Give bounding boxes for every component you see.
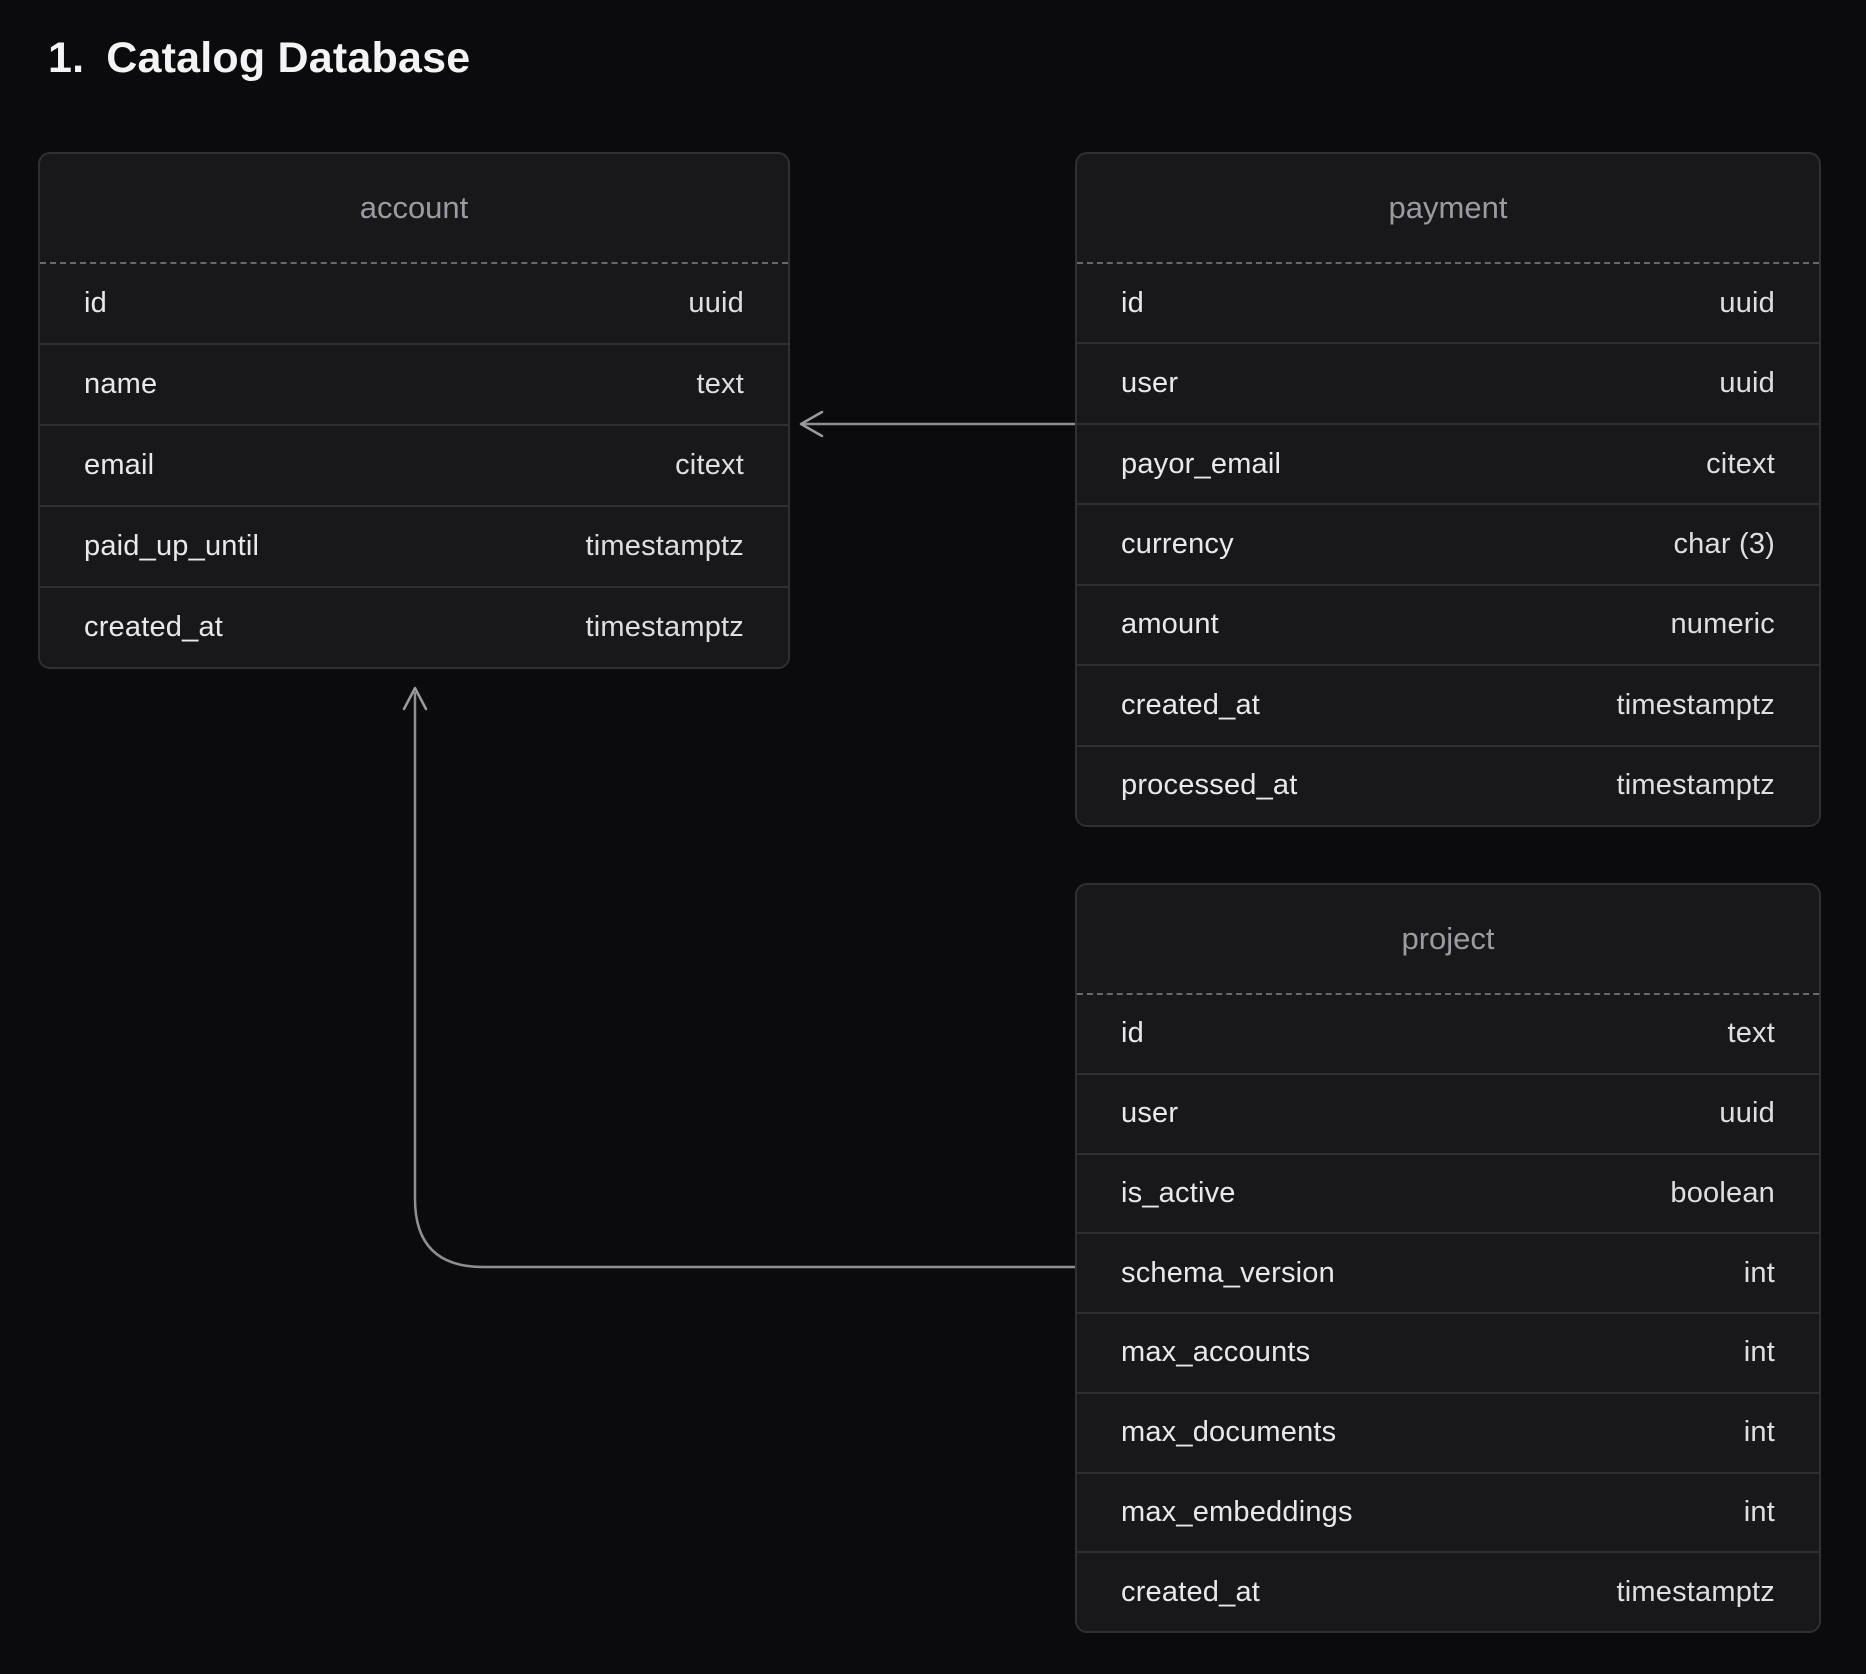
table-rows-account: id uuid name text email citext paid_up_u… <box>40 264 788 667</box>
table-card-account[interactable]: account id uuid name text email citext p… <box>38 152 790 669</box>
field-name: processed_at <box>1121 769 1298 802</box>
page-title-text: Catalog Database <box>106 34 470 83</box>
field-type: char (3) <box>1673 528 1775 561</box>
field-type: text <box>696 368 744 401</box>
relationship-arrow-project-account <box>415 692 1078 1267</box>
field-type: timestamptz <box>585 611 744 644</box>
field-type: uuid <box>1719 367 1775 400</box>
field-name: paid_up_until <box>84 530 259 563</box>
field-name: user <box>1121 1097 1178 1130</box>
page-title-number: 1. <box>48 34 84 83</box>
field-row[interactable]: created_at timestamptz <box>40 586 788 667</box>
field-type: citext <box>1706 448 1775 481</box>
field-type: citext <box>675 449 744 482</box>
field-row[interactable]: created_at timestamptz <box>1077 664 1819 744</box>
field-row[interactable]: processed_at timestamptz <box>1077 745 1819 825</box>
field-name: schema_version <box>1121 1257 1335 1290</box>
table-rows-project: id text user uuid is_active boolean sche… <box>1077 995 1819 1631</box>
field-name: currency <box>1121 528 1234 561</box>
field-row[interactable]: paid_up_until timestamptz <box>40 505 788 586</box>
field-row[interactable]: email citext <box>40 424 788 505</box>
field-name: is_active <box>1121 1177 1236 1210</box>
page-title: 1. Catalog Database <box>48 34 470 83</box>
arrowhead-project-account-icon <box>404 688 426 709</box>
field-name: max_documents <box>1121 1416 1336 1449</box>
field-type: int <box>1744 1257 1775 1290</box>
field-name: amount <box>1121 608 1219 641</box>
field-type: numeric <box>1670 608 1775 641</box>
field-name: payor_email <box>1121 448 1281 481</box>
table-header-account[interactable]: account <box>40 154 788 264</box>
field-name: name <box>84 368 157 401</box>
field-type: timestamptz <box>1616 689 1775 722</box>
field-type: uuid <box>1719 1097 1775 1130</box>
field-name: created_at <box>84 611 223 644</box>
field-name: created_at <box>1121 689 1260 722</box>
field-name: email <box>84 449 154 482</box>
table-name: payment <box>1389 190 1508 226</box>
field-row[interactable]: user uuid <box>1077 342 1819 422</box>
field-type: int <box>1744 1416 1775 1449</box>
field-row[interactable]: max_documents int <box>1077 1392 1819 1472</box>
field-row[interactable]: payor_email citext <box>1077 423 1819 503</box>
field-type: timestamptz <box>1616 1576 1775 1609</box>
field-row[interactable]: max_accounts int <box>1077 1312 1819 1392</box>
field-row[interactable]: max_embeddings int <box>1077 1472 1819 1552</box>
field-type: int <box>1744 1496 1775 1529</box>
field-name: id <box>1121 287 1144 320</box>
field-type: boolean <box>1670 1177 1775 1210</box>
table-rows-payment: id uuid user uuid payor_email citext cur… <box>1077 264 1819 825</box>
field-row[interactable]: schema_version int <box>1077 1232 1819 1312</box>
field-type: int <box>1744 1336 1775 1369</box>
table-card-payment[interactable]: payment id uuid user uuid payor_email ci… <box>1075 152 1821 827</box>
field-name: max_accounts <box>1121 1336 1310 1369</box>
field-type: text <box>1727 1017 1775 1050</box>
field-row[interactable]: is_active boolean <box>1077 1153 1819 1233</box>
arrowhead-payment-account-icon <box>801 412 822 436</box>
field-name: max_embeddings <box>1121 1496 1353 1529</box>
field-type: uuid <box>688 287 744 320</box>
field-name: id <box>1121 1017 1144 1050</box>
field-type: uuid <box>1719 287 1775 320</box>
field-row[interactable]: name text <box>40 343 788 424</box>
field-row[interactable]: id uuid <box>40 264 788 343</box>
field-row[interactable]: currency char (3) <box>1077 503 1819 583</box>
field-row[interactable]: id text <box>1077 995 1819 1073</box>
table-name: project <box>1401 921 1494 957</box>
field-row[interactable]: amount numeric <box>1077 584 1819 664</box>
diagram-canvas: 1. Catalog Database account id uuid name… <box>0 0 1866 1674</box>
field-type: timestamptz <box>585 530 744 563</box>
table-header-project[interactable]: project <box>1077 885 1819 995</box>
field-type: timestamptz <box>1616 769 1775 802</box>
field-name: user <box>1121 367 1178 400</box>
table-card-project[interactable]: project id text user uuid is_active bool… <box>1075 883 1821 1633</box>
field-name: created_at <box>1121 1576 1260 1609</box>
table-header-payment[interactable]: payment <box>1077 154 1819 264</box>
field-row[interactable]: user uuid <box>1077 1073 1819 1153</box>
table-name: account <box>360 190 469 226</box>
field-name: id <box>84 287 107 320</box>
field-row[interactable]: created_at timestamptz <box>1077 1551 1819 1631</box>
field-row[interactable]: id uuid <box>1077 264 1819 342</box>
